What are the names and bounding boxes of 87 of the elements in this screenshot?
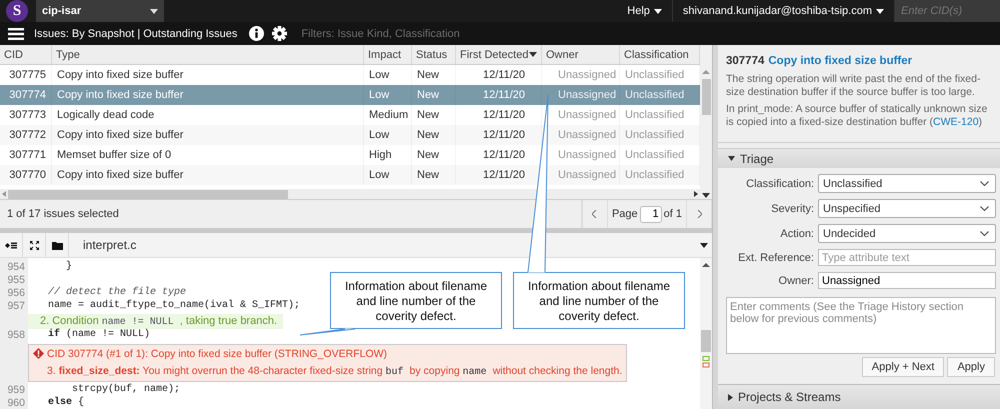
settings-icon[interactable] [272, 26, 288, 41]
defect-message: 3. fixed_size_dest: You might overrun the 48-character fixed-size string buf by copying name without checking the length. [47, 365, 622, 378]
field-label: Severity: [770, 202, 814, 214]
triage-section-header[interactable]: Triage [718, 148, 1000, 168]
caret-icon [700, 242, 708, 248]
project-dropdown[interactable]: cip-isar [36, 0, 164, 22]
scrollbar-thumb[interactable] [702, 79, 710, 115]
code-line: } [65, 261, 72, 274]
caret-icon [876, 8, 884, 14]
table-cell: New [412, 165, 456, 185]
file-menu-button[interactable] [700, 242, 708, 248]
filters-label: Filters: Issue Kind, Classification [301, 28, 460, 40]
view-title: Issues: By Snapshot | Outstanding Issues [34, 28, 238, 40]
line-number: 960 [6, 397, 26, 409]
comments-field[interactable]: Enter comments (See the Triage History section below for previous comments) [726, 297, 996, 354]
issue-title: Copy into fixed size buffer [768, 55, 912, 67]
table-row[interactable]: 307770 Copy into fixed size buffer Low New 12/11/20 Unassigned Unclassified [0, 165, 700, 185]
defect-markers-icon [702, 356, 710, 368]
list-icon [5, 240, 17, 250]
chevron-down-icon [980, 206, 989, 211]
dropdown[interactable]: Unspecified [818, 199, 996, 218]
column-header[interactable]: Impact [364, 45, 412, 64]
apply-button[interactable]: Apply + Next [862, 357, 944, 377]
column-header[interactable]: Owner [542, 45, 620, 64]
cid-field[interactable]: Enter CID(s) [895, 0, 1000, 22]
callout: Information about filename and line number of the coverity defect. [513, 272, 685, 329]
column-header[interactable]: First Detected [456, 45, 542, 64]
expand-icon [30, 240, 38, 250]
dropdown[interactable]: Unclassified [818, 174, 996, 193]
field-label: Ext. Reference: [737, 252, 814, 264]
file-name: interpret.c [83, 238, 136, 252]
scroll-up-icon[interactable] [702, 262, 710, 268]
caret-icon [654, 8, 662, 14]
chevron-right-icon [696, 210, 702, 218]
dropdown[interactable]: Undecided [818, 224, 996, 243]
defect-icon [33, 348, 44, 360]
issue-cid: 307774 [726, 55, 764, 67]
text-field[interactable]: Type attribute text [818, 249, 996, 266]
scrollbar-thumb[interactable] [701, 330, 711, 352]
defect-title: CID 307774 (#1 of 1): Copy into fixed size buffer (STRING_OVERFLOW) [47, 348, 388, 360]
line-number: 959 [6, 384, 26, 397]
chevron-down-icon [980, 181, 989, 186]
caret-right-icon [728, 394, 733, 400]
caret-icon [150, 8, 158, 14]
field-label: Owner: [778, 274, 814, 286]
menu-icon[interactable] [8, 28, 24, 40]
table-cell: 307770 [0, 165, 52, 185]
line-number: 957 [6, 300, 26, 313]
table-row[interactable]: 307772 Copy into fixed size buffer Low New 12/11/20 Unassigned Unclassified [0, 125, 700, 145]
issue-description: The string operation will write past the end of the fixed-size destination buffer if the source buffer is too large. [726, 73, 982, 99]
selection-count: 1 of 17 issues selected [7, 208, 119, 220]
code-line: strcpy(buf, name); [71, 384, 180, 396]
column-header[interactable]: CID [0, 45, 52, 64]
cwe-link[interactable]: CWE-120 [933, 116, 979, 128]
line-number: 954 [6, 261, 26, 274]
scrollbar-thumb[interactable] [8, 190, 288, 198]
column-header[interactable]: Type [52, 45, 364, 64]
chevron-down-icon [980, 231, 989, 236]
code-line: name = audit_ftype_to_name(ival & S_IFMT); [47, 300, 300, 313]
table-cell: Low [364, 165, 412, 185]
callout: Information about filename and line number of the coverity defect. [330, 272, 502, 329]
column-header[interactable]: Status [412, 45, 456, 64]
table-cell: Copy into fixed size buffer [52, 165, 364, 185]
event-annotation: 2. Condition name != NULL , taking true branch. [28, 314, 284, 328]
page-field[interactable]: 1 [640, 206, 662, 222]
apply-button[interactable]: Apply [947, 357, 995, 377]
sort-icon [529, 52, 537, 57]
text-field[interactable]: Unassigned [818, 272, 996, 289]
page-label: Page [612, 208, 638, 220]
code-line: if (name != NULL) [47, 329, 150, 342]
cwe-description: In print_mode: A source buffer of statically unknown size is copied into a fixed-size destination buffer (CWE-120) [726, 103, 988, 129]
chevron-left-icon [592, 210, 598, 218]
line-number: 955 [6, 274, 26, 287]
projects-section-header[interactable]: Projects & Streams [718, 384, 1000, 409]
page-count: of 1 [664, 208, 682, 220]
help-menu[interactable]: Help [617, 0, 672, 22]
code-line: else { [47, 397, 84, 409]
line-number: 958 [6, 329, 26, 342]
field-label: Action: [779, 228, 814, 240]
logo: S [6, 0, 28, 22]
callout-pointer [300, 328, 356, 336]
field-label: Classification: [745, 178, 814, 190]
line-number: 956 [6, 287, 26, 300]
folder-icon [52, 240, 62, 250]
code-comment: // detect the file type [47, 287, 186, 300]
caret-down-icon [728, 156, 735, 161]
info-icon[interactable] [249, 26, 264, 41]
